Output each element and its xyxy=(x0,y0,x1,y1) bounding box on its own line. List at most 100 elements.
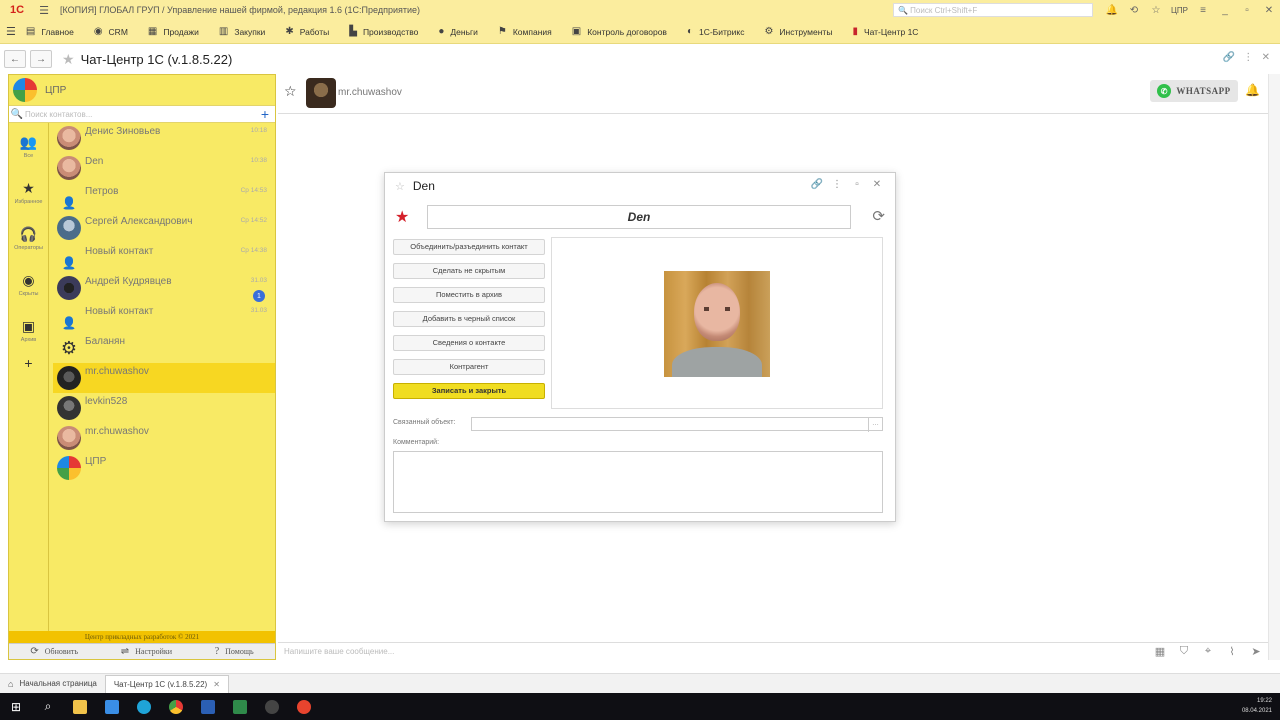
contact-item[interactable]: ⚙ Баланян xyxy=(53,333,275,363)
section-bitrix[interactable]: ◐ 1С-Битрикс xyxy=(687,26,745,37)
help-button[interactable]: ? Помощь xyxy=(215,646,254,657)
close-form-icon[interactable]: ✕ xyxy=(1262,52,1270,63)
send-icon[interactable]: ➤ xyxy=(1244,645,1268,658)
select-button[interactable]: … xyxy=(868,418,882,432)
contact-item-selected[interactable]: mr.chuwashov xyxy=(53,363,275,393)
whatsapp-button[interactable]: ✆ WHATSAPP xyxy=(1150,80,1238,102)
star-outline-icon[interactable]: ☆ xyxy=(284,83,297,100)
tab-chat-center[interactable]: Чат-Центр 1С (v.1.8.5.22) ✕ xyxy=(104,674,229,693)
section-contracts[interactable]: ▣ Контроль договоров xyxy=(572,26,667,37)
refresh-icon[interactable]: ⟳ xyxy=(872,207,885,225)
contact-item[interactable]: Денис Зиновьев 10:18 xyxy=(53,123,275,153)
refresh-button[interactable]: ⟳ Обновить xyxy=(30,646,78,657)
filter-hidden[interactable]: ◉ Скрыты xyxy=(9,261,48,307)
global-search-input[interactable]: 🔍 Поиск Ctrl+Shift+F xyxy=(892,3,1093,17)
filter-favorites[interactable]: ★ Избранное xyxy=(9,169,48,215)
onec-icon[interactable] xyxy=(288,693,320,720)
settings-button[interactable]: ⇌ Настройки xyxy=(121,646,172,657)
blacklist-button[interactable]: Добавить в черный список xyxy=(393,311,545,327)
tab-home[interactable]: ⌂ Начальная страница xyxy=(0,675,105,693)
contact-search-input[interactable]: Поиск контактов... xyxy=(25,110,255,119)
close-icon[interactable]: ✕ xyxy=(867,179,887,190)
section-works[interactable]: ✱ Работы xyxy=(285,26,329,37)
contact-info-button[interactable]: Сведения о контакте xyxy=(393,335,545,351)
location-icon[interactable]: ⌖ xyxy=(1196,645,1220,658)
close-icon[interactable]: ✕ xyxy=(213,680,220,689)
contact-item[interactable]: levkin528 xyxy=(53,393,275,423)
restore-icon[interactable]: ▫ xyxy=(1236,5,1258,16)
section-money[interactable]: ● Деньги xyxy=(438,26,478,37)
contact-item[interactable]: 👤 Петров Ср 14:53 xyxy=(53,183,275,213)
main-menu-icon[interactable]: ☰ xyxy=(34,4,54,17)
section-crm[interactable]: ◉ CRM xyxy=(94,26,128,37)
more-icon[interactable]: ⋮ xyxy=(1243,52,1253,63)
folder-icon[interactable] xyxy=(64,693,96,720)
contact-name-field[interactable]: Den xyxy=(427,205,851,229)
scrollbar[interactable] xyxy=(1268,74,1280,660)
settings-menu-icon[interactable]: ≡ xyxy=(1192,5,1214,16)
excel-icon[interactable] xyxy=(224,693,256,720)
section-home[interactable]: ▤ Главное xyxy=(26,26,74,37)
section-chat-center[interactable]: ▮ Чат-Центр 1С xyxy=(852,26,918,37)
more-icon[interactable]: ⋮ xyxy=(827,179,847,190)
linked-object-field[interactable]: … xyxy=(471,417,883,432)
windows-start-icon[interactable]: ⊞ xyxy=(0,693,32,720)
chrome-icon[interactable] xyxy=(160,693,192,720)
contact-item[interactable]: ЦПР xyxy=(53,453,275,483)
message-input[interactable]: Напишите ваше сообщение... xyxy=(278,647,1148,656)
add-contact-icon[interactable]: + xyxy=(255,106,275,122)
sections-menu-icon[interactable]: ☰ xyxy=(6,25,16,38)
contact-item[interactable]: Сергей Александрович Ср 14:52 xyxy=(53,213,275,243)
unread-badge: 1 xyxy=(253,290,265,302)
people-icon: 👥 xyxy=(19,133,38,150)
bookmark-icon[interactable]: ⛉ xyxy=(1172,645,1196,658)
contact-item[interactable]: 👤 Новый контакт Ср 14:38 xyxy=(53,243,275,273)
link-icon[interactable]: 🔗 xyxy=(807,179,827,190)
minimize-icon[interactable]: _ xyxy=(1214,5,1236,16)
favorite-star-icon[interactable]: ★ xyxy=(62,51,75,68)
word-icon[interactable] xyxy=(192,693,224,720)
forward-button[interactable]: → xyxy=(30,50,52,68)
merge-contact-button[interactable]: Объединить/разъединить контакт xyxy=(393,239,545,255)
filter-archive[interactable]: ▣ Архив xyxy=(9,307,48,353)
counterparty-button[interactable]: Контрагент xyxy=(393,359,545,375)
link-icon[interactable]: 🔗 xyxy=(1222,52,1234,63)
section-sales[interactable]: ▦ Продажи xyxy=(148,26,199,37)
contact-item[interactable]: 👤 Новый контакт 31.03 xyxy=(53,303,275,333)
edge-icon[interactable] xyxy=(128,693,160,720)
star-outline-icon[interactable]: ☆ xyxy=(395,180,405,193)
comment-label: Комментарий: xyxy=(393,439,440,446)
template-icon[interactable]: ▦ xyxy=(1148,645,1172,658)
avatar xyxy=(57,156,81,180)
system-clock[interactable]: 19:22 08.04.2021 xyxy=(1242,696,1272,716)
maximize-icon[interactable]: ▫ xyxy=(847,179,867,190)
section-instruments[interactable]: ⚙ Инструменты xyxy=(764,26,832,37)
save-and-close-button[interactable]: Записать и закрыть xyxy=(393,383,545,399)
add-filter-icon[interactable]: + xyxy=(9,355,48,371)
favorites-icon[interactable]: ☆ xyxy=(1145,5,1167,16)
favorite-star-icon[interactable]: ★ xyxy=(395,207,409,227)
back-button[interactable]: ← xyxy=(4,50,26,68)
comment-field[interactable] xyxy=(393,451,883,513)
app-icon[interactable] xyxy=(96,693,128,720)
section-company[interactable]: ⚑ Компания xyxy=(498,26,552,37)
onec-shape xyxy=(297,699,311,714)
unhide-button[interactable]: Сделать не скрытым xyxy=(393,263,545,279)
clock-app-icon[interactable] xyxy=(256,693,288,720)
search-icon[interactable]: ⌕ xyxy=(32,693,64,720)
history-icon[interactable]: ⟲ xyxy=(1123,5,1145,16)
filter-all[interactable]: 👥 Все xyxy=(9,123,48,169)
contact-item[interactable]: Den 10:38 xyxy=(53,153,275,183)
notifications-icon[interactable]: 🔔 xyxy=(1101,5,1123,16)
window-title: [КОПИЯ] ГЛОБАЛ ГРУП / Управление нашей ф… xyxy=(60,5,420,15)
filter-operators[interactable]: 🎧 Операторы xyxy=(9,215,48,261)
bell-icon[interactable]: 🔔 xyxy=(1245,83,1260,97)
close-window-icon[interactable]: ✕ xyxy=(1258,5,1280,16)
archive-button[interactable]: Поместить в архив xyxy=(393,287,545,303)
contact-item[interactable]: Андрей Кудрявцев 31.03 1 xyxy=(53,273,275,303)
section-production[interactable]: ▙ Производство xyxy=(349,26,418,37)
contact-item[interactable]: mr.chuwashov xyxy=(53,423,275,453)
attach-icon[interactable]: ⌇ xyxy=(1220,645,1244,658)
section-purchases[interactable]: ▥ Закупки xyxy=(219,26,265,37)
current-user[interactable]: ЦПР xyxy=(1171,6,1188,15)
